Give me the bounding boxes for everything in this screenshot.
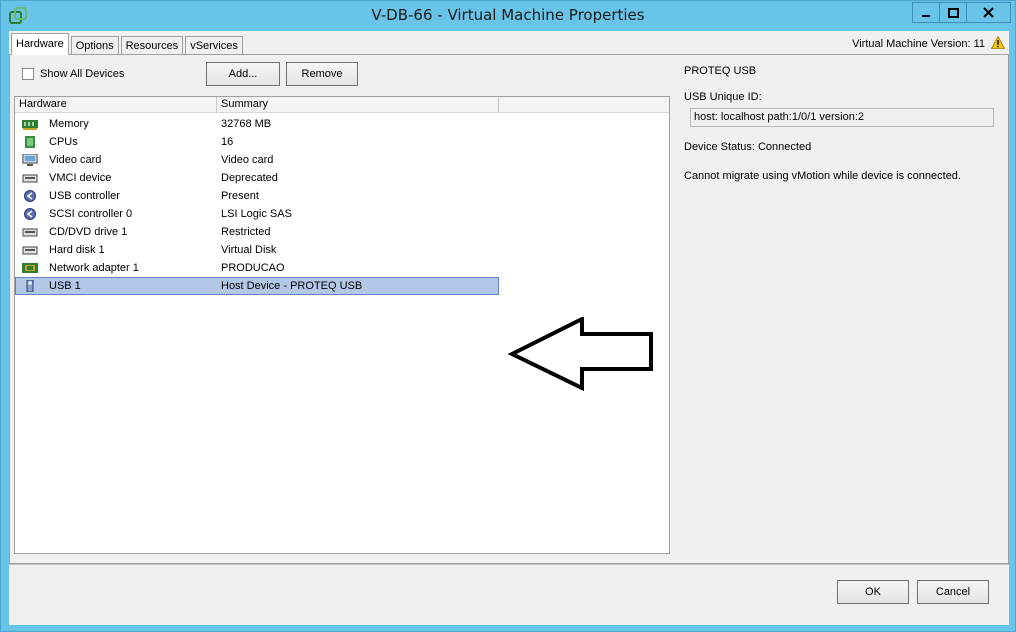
row-summary: Deprecated <box>221 172 278 184</box>
row-summary: Present <box>221 190 259 202</box>
tab-options[interactable]: Options <box>70 36 119 55</box>
row-name: CPUs <box>49 136 78 148</box>
tab-hardware[interactable]: Hardware <box>11 33 69 55</box>
row-name: USB controller <box>49 190 120 202</box>
row-summary: Restricted <box>221 226 271 238</box>
tab-vservices[interactable]: vServices <box>185 36 243 55</box>
row-summary: LSI Logic SAS <box>221 208 292 220</box>
title-bar[interactable]: V-DB-66 - Virtual Machine Properties <box>1 1 1015 31</box>
scsi-controller-icon <box>24 208 36 220</box>
minimize-button[interactable] <box>912 2 939 23</box>
close-icon <box>983 7 994 18</box>
properties-window: V-DB-66 - Virtual Machine Properties Har… <box>0 0 1016 632</box>
window-title: V-DB-66 - Virtual Machine Properties <box>371 6 645 24</box>
dialog-client: Hardware Options Resources vServices Vir… <box>9 31 1009 625</box>
network-adapter-icon <box>22 263 38 273</box>
row-name: Network adapter 1 <box>49 262 139 274</box>
row-name: SCSI controller 0 <box>49 208 133 220</box>
footer-divider <box>9 564 1009 565</box>
row-summary: Video card <box>221 154 274 166</box>
left-arrow-annotation <box>508 317 653 391</box>
row-summary: PRODUCAO <box>221 262 285 274</box>
cancel-button[interactable]: Cancel <box>917 580 989 604</box>
show-all-devices-option[interactable]: Show All Devices <box>22 68 124 80</box>
vmotion-note: Cannot migrate using vMotion while devic… <box>684 170 961 182</box>
row-name: VMCI device <box>49 172 112 184</box>
hard-disk-icon <box>22 246 38 255</box>
table-row[interactable]: USB controller Present <box>15 187 499 205</box>
column-header-blank[interactable] <box>499 97 669 113</box>
ok-button[interactable]: OK <box>837 580 909 604</box>
device-name: PROTEQ USB <box>684 65 757 77</box>
tab-strip: Hardware Options Resources vServices <box>11 33 245 55</box>
vmci-device-icon <box>22 174 38 183</box>
memory-icon <box>22 120 38 130</box>
table-row[interactable]: Memory 32768 MB <box>15 115 499 133</box>
table-row[interactable]: CPUs 16 <box>15 133 499 151</box>
usb-controller-icon <box>24 190 36 202</box>
column-header-summary[interactable]: Summary <box>217 97 499 113</box>
warning-icon <box>991 36 1005 49</box>
row-summary: Virtual Disk <box>221 244 277 256</box>
row-name: USB 1 <box>49 280 81 292</box>
maximize-icon <box>947 7 959 18</box>
row-summary: 32768 MB <box>221 118 272 130</box>
row-name: Video card <box>49 154 102 166</box>
table-row-selected[interactable]: USB 1 Host Device - PROTEQ USB <box>15 277 499 295</box>
usb-device-icon <box>26 280 34 292</box>
table-row[interactable]: SCSI controller 0 LSI Logic SAS <box>15 205 499 223</box>
table-row[interactable]: VMCI device Deprecated <box>15 169 499 187</box>
table-row[interactable]: Video card Video card <box>15 151 499 169</box>
device-status: Device Status: Connected <box>684 141 812 153</box>
table-row[interactable]: Network adapter 1 PRODUCAO <box>15 259 499 277</box>
usb-unique-id-label: USB Unique ID: <box>684 91 762 103</box>
cd-dvd-icon <box>22 228 38 237</box>
table-header: Hardware Summary <box>15 97 669 113</box>
row-name: Memory <box>49 118 89 130</box>
show-all-devices-checkbox[interactable] <box>22 68 34 80</box>
maximize-button[interactable] <box>939 2 966 23</box>
show-all-devices-label: Show All Devices <box>40 68 125 80</box>
minimize-icon <box>922 14 930 17</box>
tab-resources[interactable]: Resources <box>120 36 184 55</box>
usb-unique-id-field[interactable]: host: localhost path:1/0/1 version:2 <box>690 108 994 127</box>
vm-version-label: Virtual Machine Version: 11 <box>852 38 985 50</box>
row-summary: 16 <box>221 136 234 148</box>
column-header-hardware[interactable]: Hardware <box>15 97 217 113</box>
hardware-table: Hardware Summary Memory 32768 MB CPUs 16… <box>14 96 670 554</box>
cpu-icon <box>25 136 35 148</box>
row-name: CD/DVD drive 1 <box>49 226 128 238</box>
table-row[interactable]: Hard disk 1 Virtual Disk <box>15 241 499 259</box>
add-button[interactable]: Add... <box>206 62 280 86</box>
row-summary: Host Device - PROTEQ USB <box>221 280 363 292</box>
close-button[interactable] <box>966 2 1011 23</box>
hardware-panel: Show All Devices Add... Remove Hardware … <box>9 54 1009 564</box>
row-name: Hard disk 1 <box>49 244 105 256</box>
table-row[interactable]: CD/DVD drive 1 Restricted <box>15 223 499 241</box>
remove-button[interactable]: Remove <box>286 62 358 86</box>
monitor-icon <box>22 154 38 166</box>
table-body: Memory 32768 MB CPUs 16 Video card Video… <box>15 115 669 295</box>
